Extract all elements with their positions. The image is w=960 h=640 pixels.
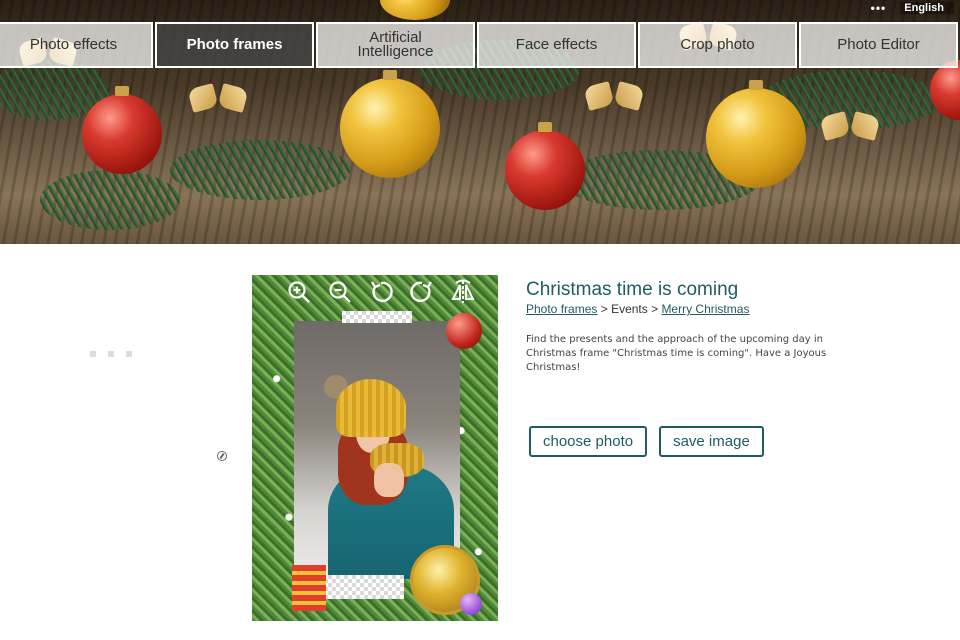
editor-toolbar: [252, 275, 498, 309]
language-select[interactable]: English: [900, 2, 954, 14]
red-ornament: [446, 313, 482, 349]
loader-dot: [90, 351, 96, 357]
top-nav: Photo effects Photo frames Artificial In…: [0, 22, 960, 68]
fir-branch: [40, 170, 180, 230]
nav-item-photo-frames[interactable]: Photo frames: [155, 22, 314, 68]
transparent-area: [342, 311, 412, 323]
breadcrumb-merry-christmas[interactable]: Merry Christmas: [661, 302, 749, 316]
pin-icon[interactable]: [217, 451, 227, 461]
header-banner: ••• English Photo effects Photo frames A…: [0, 0, 960, 244]
red-ornament: [930, 60, 960, 120]
candle-decoration: [292, 565, 326, 611]
gold-bow: [190, 82, 246, 122]
breadcrumb-photo-frames[interactable]: Photo frames: [526, 302, 597, 316]
nav-item-face-effects[interactable]: Face effects: [477, 22, 636, 68]
frame-preview[interactable]: [252, 275, 498, 621]
loader-dot: [108, 351, 114, 357]
transparent-area: [324, 575, 404, 599]
frame-description: Find the presents and the approach of th…: [526, 334, 827, 373]
frame-details: Christmas time is coming Photo frames > …: [526, 280, 846, 375]
photo-subject-hat: [336, 379, 406, 437]
breadcrumb: Photo frames > Events > Merry Christmas: [526, 302, 846, 316]
flip-icon[interactable]: [449, 278, 477, 306]
zoom-in-icon[interactable]: [285, 278, 313, 306]
loading-indicator: [90, 351, 132, 357]
breadcrumb-separator: >: [597, 302, 612, 316]
breadcrumb-separator: >: [647, 302, 662, 316]
nav-item-crop-photo[interactable]: Crop photo: [638, 22, 797, 68]
gold-bow: [822, 110, 878, 150]
loader-dot: [126, 351, 132, 357]
gold-ornament: [380, 0, 450, 20]
rotate-left-icon[interactable]: [367, 278, 395, 306]
zoom-out-icon[interactable]: [326, 278, 354, 306]
ellipsis-icon[interactable]: •••: [871, 1, 887, 15]
nav-item-photo-editor[interactable]: Photo Editor: [799, 22, 958, 68]
nav-item-photo-effects[interactable]: Photo effects: [0, 22, 153, 68]
fir-branch: [170, 140, 350, 200]
breadcrumb-events: Events: [611, 302, 648, 316]
nav-item-artificial-intelligence[interactable]: Artificial Intelligence: [316, 22, 475, 68]
choose-photo-button[interactable]: choose photo: [529, 426, 648, 457]
save-image-button[interactable]: save image: [659, 426, 764, 457]
rotate-right-icon[interactable]: [408, 278, 436, 306]
purple-ornament: [460, 593, 482, 615]
red-ornament: [82, 86, 162, 174]
action-buttons: choose photo save image: [529, 426, 764, 457]
gold-ornament: [706, 80, 806, 188]
photo-subject-hands: [374, 463, 404, 497]
gold-ornament: [340, 70, 440, 178]
gold-bow: [586, 80, 642, 120]
page-title: Christmas time is coming: [526, 279, 739, 300]
red-ornament: [505, 122, 585, 210]
language-bar: ••• English: [871, 0, 960, 16]
